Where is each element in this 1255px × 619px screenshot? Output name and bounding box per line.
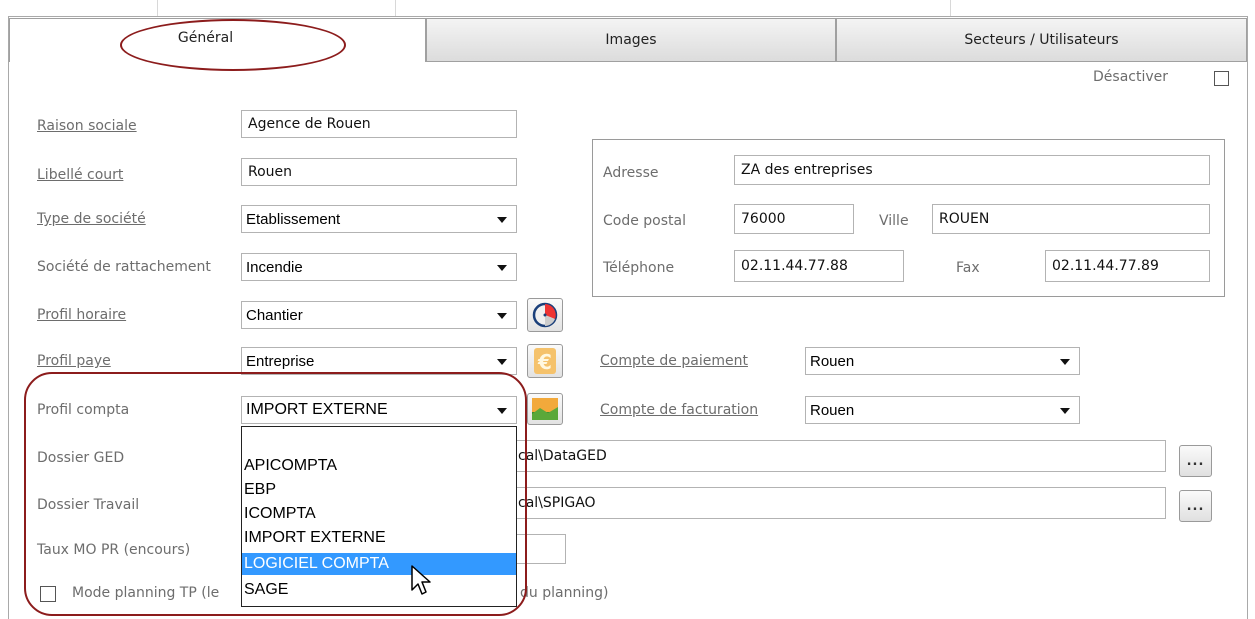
- mode-planning-label-end: du planning): [520, 585, 609, 601]
- top-separator: [157, 0, 158, 16]
- deactivate-label: Désactiver: [1093, 69, 1168, 85]
- libelle-court-input[interactable]: [241, 158, 517, 186]
- browse-label: ...: [1186, 453, 1205, 469]
- tab-secteurs-label: Secteurs / Utilisateurs: [964, 32, 1119, 48]
- dossier-ged-value: cal\DataGED: [518, 448, 607, 464]
- top-strip: [0, 0, 1255, 16]
- profil-horaire-button[interactable]: [527, 298, 563, 332]
- type-societe-select[interactable]: Etablissement: [241, 205, 517, 233]
- svg-text:€: €: [537, 350, 552, 374]
- societe-rattachement-label: Société de rattachement: [37, 259, 211, 275]
- adresse-input[interactable]: [734, 155, 1210, 185]
- chevron-down-icon: [497, 359, 507, 365]
- tab-images-label: Images: [605, 32, 657, 48]
- societe-rattachement-value: Incendie: [246, 258, 303, 276]
- adresse-label: Adresse: [603, 165, 659, 181]
- compte-facturation-label: Compte de facturation: [600, 402, 759, 418]
- libelle-court-label: Libellé court: [37, 167, 124, 183]
- compte-paiement-label: Compte de paiement: [600, 353, 748, 369]
- profil-paye-label: Profil paye: [37, 353, 111, 369]
- raison-sociale-label: Raison sociale: [37, 118, 137, 134]
- annotation-box-profil-compta: [24, 372, 527, 616]
- compte-paiement-select[interactable]: Rouen: [805, 347, 1080, 375]
- code-postal-label: Code postal: [603, 213, 686, 229]
- telephone-label: Téléphone: [603, 260, 675, 276]
- clock-chart-icon: [532, 302, 558, 328]
- compte-paiement-value: Rouen: [810, 352, 855, 370]
- fax-label: Fax: [956, 260, 980, 276]
- type-societe-label: Type de société: [37, 211, 146, 227]
- societe-rattachement-select[interactable]: Incendie: [241, 253, 517, 281]
- type-societe-value: Etablissement: [246, 210, 341, 228]
- top-separator: [395, 0, 396, 16]
- profil-compta-button[interactable]: [527, 393, 563, 425]
- chevron-down-icon: [1060, 359, 1070, 365]
- euro-icon: €: [534, 348, 556, 374]
- ville-label: Ville: [879, 213, 909, 229]
- tab-secteurs-utilisateurs[interactable]: Secteurs / Utilisateurs: [836, 18, 1247, 62]
- deactivate-checkbox[interactable]: [1214, 71, 1229, 86]
- compte-facturation-select[interactable]: Rouen: [805, 396, 1080, 424]
- telephone-input[interactable]: [734, 250, 904, 282]
- chevron-down-icon: [497, 313, 507, 319]
- fax-input[interactable]: [1045, 250, 1210, 282]
- compte-facturation-value: Rouen: [810, 401, 855, 419]
- tab-images[interactable]: Images: [426, 18, 836, 62]
- annotation-oval-general-tab: [120, 19, 346, 71]
- chevron-down-icon: [1060, 408, 1070, 414]
- browse-label: ...: [1186, 498, 1205, 514]
- landscape-image-icon: [532, 398, 558, 420]
- top-separator: [950, 0, 951, 16]
- profil-horaire-select[interactable]: Chantier: [241, 301, 517, 329]
- profil-horaire-value: Chantier: [246, 306, 303, 324]
- dossier-travail-value: cal\SPIGAO: [518, 495, 596, 511]
- profil-horaire-label: Profil horaire: [37, 307, 127, 323]
- chevron-down-icon: [497, 217, 507, 223]
- chevron-down-icon: [497, 265, 507, 271]
- profil-paye-button[interactable]: €: [527, 344, 563, 378]
- profil-paye-value: Entreprise: [246, 352, 315, 370]
- code-postal-input[interactable]: [734, 204, 854, 234]
- dossier-ged-browse-button[interactable]: ...: [1179, 445, 1212, 477]
- ville-input[interactable]: [932, 204, 1210, 234]
- dossier-travail-browse-button[interactable]: ...: [1179, 490, 1212, 522]
- raison-sociale-input[interactable]: [241, 110, 517, 138]
- profil-paye-select[interactable]: Entreprise: [241, 347, 517, 375]
